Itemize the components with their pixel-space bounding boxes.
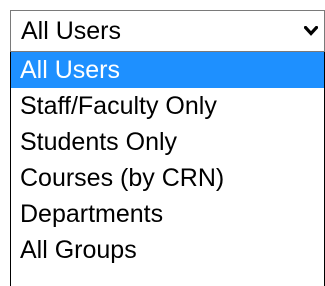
option-staff-faculty-only[interactable]: Staff/Faculty Only — [11, 88, 324, 124]
chevron-down-icon[interactable] — [298, 11, 324, 51]
option-all-groups[interactable]: All Groups — [11, 232, 324, 268]
option-courses-by-crn[interactable]: Courses (by CRN) — [11, 160, 324, 196]
select-current-value: All Users — [21, 17, 122, 45]
chevron-down-icon-glyph — [304, 26, 318, 36]
option-departments[interactable]: Departments — [11, 196, 324, 232]
dropdown-options-list[interactable]: All Users Staff/Faculty Only Students On… — [10, 52, 325, 286]
option-all-users[interactable]: All Users — [11, 52, 324, 88]
user-filter-select[interactable]: All Users — [10, 10, 325, 52]
option-students-only[interactable]: Students Only — [11, 124, 324, 160]
